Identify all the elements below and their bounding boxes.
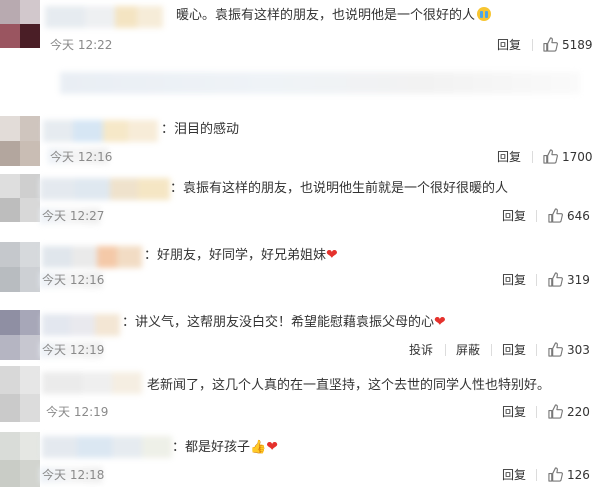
comment-text: ：好朋友，好同学，好兄弟姐妹❤ (144, 247, 338, 263)
comment-text: 暖心。袁振有这样的朋友，也说明他是一个很好的人 (176, 6, 492, 26)
red-heart-icon: ❤ (266, 439, 278, 455)
divider (536, 344, 537, 356)
thumbs-up-icon (548, 272, 563, 287)
thumbs-up-icon (548, 342, 563, 357)
divider (491, 344, 492, 356)
reply-button[interactable]: 回复 (502, 467, 526, 483)
reply-button[interactable]: 回复 (497, 149, 521, 165)
thumbs-up-emoji-icon: 👍 (250, 440, 267, 455)
like-count: 303 (567, 343, 590, 357)
comment-time: 今天 12:27 (42, 209, 105, 223)
like-count: 126 (567, 468, 590, 482)
like-button[interactable]: 646 (548, 208, 590, 224)
thumbs-up-icon (548, 467, 563, 482)
divider (536, 210, 537, 222)
comment-text: ：讲义气，这帮朋友没白交！希望能慰藉袁振父母的心❤ (122, 314, 446, 330)
like-count: 646 (567, 209, 590, 223)
like-button[interactable]: 303 (548, 342, 590, 358)
red-heart-icon: ❤ (434, 314, 446, 330)
username-blurred[interactable] (42, 246, 142, 268)
avatar[interactable] (0, 174, 40, 222)
reply-button[interactable]: 回复 (502, 342, 526, 358)
divider (536, 406, 537, 418)
divider (445, 344, 446, 356)
like-count: 5189 (562, 38, 593, 52)
username-blurred[interactable] (42, 372, 142, 394)
blurred-row (60, 72, 580, 94)
avatar[interactable] (0, 0, 40, 48)
username-blurred[interactable] (40, 178, 170, 200)
like-button[interactable]: 319 (548, 272, 590, 288)
like-count: 220 (567, 405, 590, 419)
username-blurred[interactable] (45, 6, 163, 28)
thumbs-up-icon (543, 149, 558, 164)
avatar[interactable] (0, 242, 40, 292)
username-blurred[interactable] (43, 120, 158, 142)
comment-text: ：袁振有这样的朋友，也说明他生前就是一个很好很暖的人 (170, 181, 509, 196)
comment-text: ：都是好孩子👍❤ (172, 437, 278, 458)
comment-time: 今天 12:18 (42, 468, 105, 482)
thumbs-up-icon (548, 404, 563, 419)
like-count: 319 (567, 273, 590, 287)
thumbs-up-icon (548, 208, 563, 223)
report-button[interactable]: 投诉 (409, 342, 433, 358)
username-blurred[interactable] (42, 436, 172, 458)
avatar[interactable] (0, 432, 40, 487)
like-count: 1700 (562, 150, 593, 164)
comment-text: 老新闻了，这几个人真的在一直坚持，这个去世的同学人性也特别好。 (147, 378, 551, 393)
avatar[interactable] (0, 310, 40, 360)
block-button[interactable]: 屏蔽 (456, 342, 480, 358)
avatar[interactable] (0, 116, 40, 166)
comment-time: 今天 12:22 (50, 38, 113, 52)
like-button[interactable]: 220 (548, 404, 590, 420)
reply-button[interactable]: 回复 (502, 272, 526, 288)
reply-button[interactable]: 回复 (502, 404, 526, 420)
comment-text: ：泪目的感动 (161, 122, 240, 137)
comment-time: 今天 12:19 (42, 343, 105, 357)
avatar[interactable] (0, 366, 40, 422)
divider (532, 151, 533, 163)
reply-button[interactable]: 回复 (502, 208, 526, 224)
reply-button[interactable]: 回复 (497, 37, 521, 53)
red-heart-icon: ❤ (326, 247, 338, 263)
comment-time: 今天 12:19 (46, 405, 109, 419)
like-button[interactable]: 5189 (543, 37, 593, 53)
divider (532, 39, 533, 51)
username-blurred[interactable] (42, 314, 120, 336)
thumbs-up-icon (543, 37, 558, 52)
like-button[interactable]: 1700 (543, 149, 593, 165)
divider (536, 469, 537, 481)
comment-time: 今天 12:16 (42, 273, 105, 287)
like-button[interactable]: 126 (548, 467, 590, 483)
comment-time: 今天 12:16 (50, 150, 113, 164)
divider (536, 274, 537, 286)
crying-face-icon (477, 7, 492, 21)
